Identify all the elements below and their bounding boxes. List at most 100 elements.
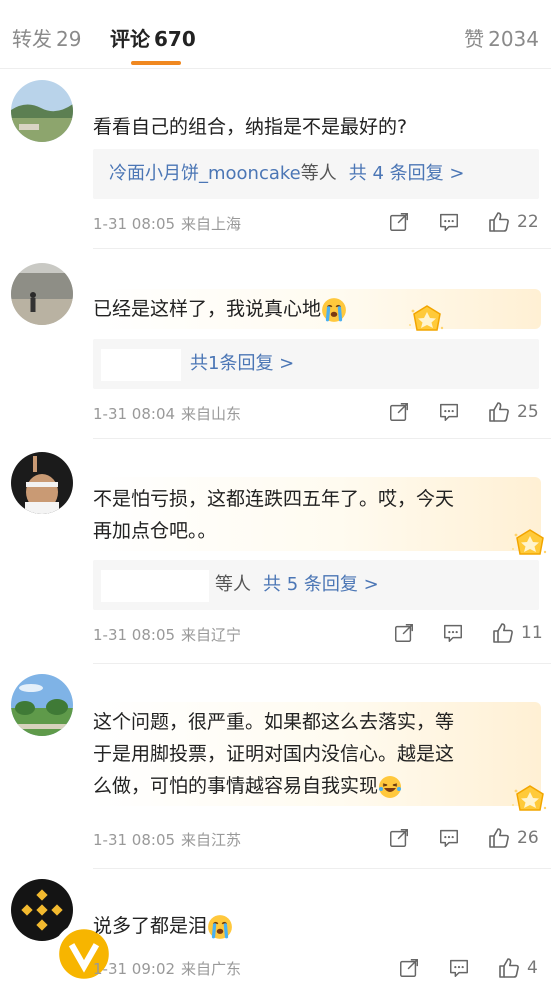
- comment-time: 1-31 08:05: [93, 626, 176, 644]
- comment-text-line-body: 么做，可怕的事情越容易自我实现: [93, 775, 379, 797]
- like-count: 11: [521, 623, 543, 643]
- like-count: 4: [527, 958, 538, 978]
- reply-count-link[interactable]: 共1条回复 >: [190, 353, 294, 374]
- tab-repost-label: 转发: [12, 27, 52, 51]
- reply-user-name[interactable]: 冷面小月饼_mooncake: [109, 163, 301, 184]
- comment-text: 看看自己的组合，纳指是不是最好的?: [93, 116, 408, 138]
- reply-count-link[interactable]: 共 4 条回复 >: [349, 163, 465, 184]
- reply-button[interactable]: [438, 401, 460, 423]
- reply-button[interactable]: [442, 622, 464, 644]
- avatar[interactable]: [11, 452, 73, 514]
- tab-comments[interactable]: 评论 670: [110, 26, 196, 52]
- comment-icon: [438, 211, 460, 233]
- like-button[interactable]: 4: [497, 956, 538, 980]
- share-button[interactable]: [388, 211, 410, 233]
- share-icon: [388, 401, 410, 423]
- reply-suffix: 等人: [215, 574, 251, 595]
- comment-time: 1-31 09:02: [93, 960, 176, 978]
- comment-item: 这个问题，很严重。如果都这么去落实，等 于是用脚投票，证明对国内没信心。越是这 …: [0, 664, 551, 869]
- share-icon: [393, 622, 415, 644]
- comment-item: 不是怕亏损，这都连跌四五年了。哎，今天 再加点仓吧。。 等人共 5 条回复 > …: [0, 439, 551, 664]
- avatar[interactable]: [11, 879, 115, 985]
- reply-button[interactable]: [438, 211, 460, 233]
- comment-time: 1-31 08:04: [93, 405, 176, 423]
- park-photo-avatar-icon: [11, 674, 73, 736]
- reply-button[interactable]: [448, 957, 470, 979]
- fan-badge-icon: [510, 783, 550, 815]
- share-icon: [398, 957, 420, 979]
- reply-suffix: 等人: [300, 163, 337, 184]
- comment-meta: 1-31 08:04 来自山东: [93, 404, 241, 424]
- comment-item: 已经是这样了，我说真心地 共1条回复 > 1-31 08:04 来自山东 25: [0, 249, 551, 439]
- tab-comments-label: 评论: [110, 27, 150, 51]
- reply-button[interactable]: [438, 827, 460, 849]
- comment-icon: [438, 401, 460, 423]
- comment-icon: [442, 622, 464, 644]
- laugh-cry-emoji-icon: [378, 775, 402, 799]
- comment-text: 说多了都是泪: [93, 910, 537, 942]
- thumbs-up-icon: [497, 956, 521, 980]
- redacted-user-name: [101, 570, 209, 602]
- comment-meta: 1-31 08:05 来自江苏: [93, 830, 241, 850]
- crying-emoji-icon: [207, 914, 233, 940]
- comment-location: 来自广东: [181, 960, 242, 978]
- comment-text: 这个问题，很严重。如果都这么去落实，等 于是用脚投票，证明对国内没信心。越是这 …: [93, 706, 537, 802]
- tab-repost-count: 29: [56, 27, 82, 51]
- comment-time: 1-31 08:05: [93, 215, 176, 233]
- comment-location: 来自山东: [181, 405, 242, 423]
- share-icon: [388, 211, 410, 233]
- comment-meta: 1-31 08:05 来自上海: [93, 214, 241, 234]
- landscape-avatar-icon: [11, 80, 73, 142]
- comment-icon: [438, 827, 460, 849]
- avatar[interactable]: [11, 674, 73, 736]
- avatar[interactable]: [11, 80, 73, 142]
- like-button[interactable]: 26: [487, 826, 539, 850]
- comment-meta: 1-31 08:05 来自辽宁: [93, 625, 241, 645]
- comment-text-line: 于是用脚投票，证明对国内没信心。越是这: [93, 743, 455, 765]
- comment-meta: 1-31 09:02 来自广东: [93, 959, 241, 979]
- thumbs-up-icon: [491, 621, 515, 645]
- like-button[interactable]: 25: [487, 400, 539, 424]
- redacted-user-name: [101, 349, 181, 381]
- reply-count-link[interactable]: 共 5 条回复 >: [263, 574, 379, 595]
- thumbs-up-icon: [487, 210, 511, 234]
- comment-tab-bar: 转发 29 评论 670 赞 2034: [0, 0, 551, 69]
- like-button[interactable]: 22: [487, 210, 539, 234]
- tab-likes[interactable]: 赞 2034: [464, 26, 539, 52]
- tab-likes-count: 2034: [488, 27, 539, 51]
- share-icon: [388, 827, 410, 849]
- avatar[interactable]: [11, 263, 73, 325]
- share-button[interactable]: [398, 957, 420, 979]
- crying-emoji-icon: [321, 297, 347, 323]
- comment-location: 来自上海: [181, 215, 242, 233]
- like-button[interactable]: 11: [491, 621, 543, 645]
- share-button[interactable]: [393, 622, 415, 644]
- comment-text-line: 再加点仓吧。。: [93, 520, 217, 542]
- tab-repost[interactable]: 转发 29: [12, 26, 81, 52]
- share-button[interactable]: [388, 827, 410, 849]
- thumbs-up-icon: [487, 400, 511, 424]
- comment-item: 说多了都是泪 1-31 09:02 来自广东 4: [0, 869, 551, 995]
- athlete-photo-avatar-icon: [11, 452, 73, 514]
- comment-icon: [448, 957, 470, 979]
- comment-item: 看看自己的组合，纳指是不是最好的? 冷面小月饼_mooncake等人共 4 条回…: [0, 69, 551, 249]
- reply-summary[interactable]: 共1条回复 >: [93, 339, 539, 389]
- thumbs-up-icon: [487, 826, 511, 850]
- fan-badge-icon: [510, 527, 550, 559]
- comment-text-line: 么做，可怕的事情越容易自我实现: [93, 770, 537, 802]
- comment-text: 已经是这样了，我说真心地: [93, 293, 537, 325]
- person-photo-avatar-icon: [11, 263, 73, 325]
- comment-text-line: 不是怕亏损，这都连跌四五年了。哎，今天: [93, 488, 455, 510]
- share-button[interactable]: [388, 401, 410, 423]
- reply-summary[interactable]: 冷面小月饼_mooncake等人共 4 条回复 >: [93, 149, 539, 199]
- tab-comments-count: 670: [154, 27, 196, 51]
- active-tab-indicator: [131, 61, 181, 65]
- comment-location: 来自江苏: [181, 831, 242, 849]
- like-count: 26: [517, 828, 539, 848]
- fan-badge-icon: [407, 303, 447, 335]
- comment-text-line: 这个问题，很严重。如果都这么去落实，等: [93, 711, 455, 733]
- comment-text: 不是怕亏损，这都连跌四五年了。哎，今天 再加点仓吧。。: [93, 483, 537, 547]
- like-count: 22: [517, 212, 539, 232]
- reply-summary[interactable]: 等人共 5 条回复 >: [93, 560, 539, 610]
- comment-location: 来自辽宁: [181, 626, 242, 644]
